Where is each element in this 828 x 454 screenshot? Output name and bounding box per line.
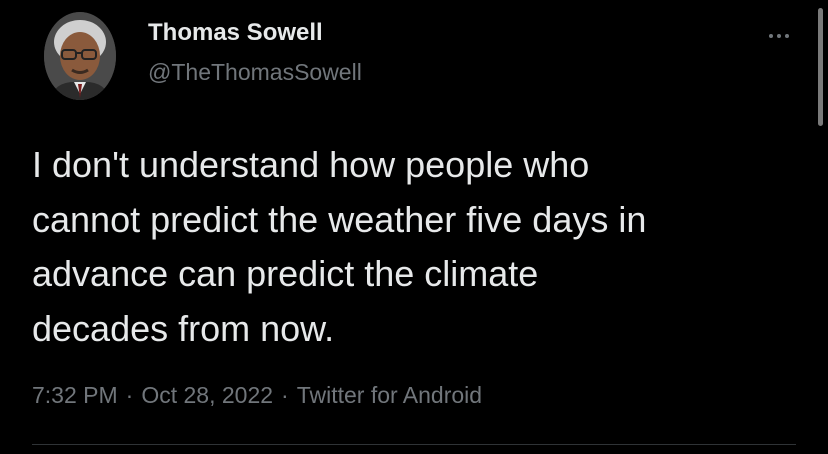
more-horizontal-icon xyxy=(777,34,781,38)
tweet-detail: Thomas Sowell @TheThomasSowell I don't u… xyxy=(0,0,828,454)
meta-separator: · xyxy=(125,382,134,408)
more-horizontal-icon xyxy=(769,34,773,38)
tweet-time[interactable]: 7:32 PM xyxy=(32,382,118,408)
tweet-text-line: cannot predict the weather five days in xyxy=(32,198,647,240)
more-horizontal-icon xyxy=(785,34,789,38)
tweet-source[interactable]: Twitter for Android xyxy=(297,382,482,408)
divider xyxy=(32,444,796,445)
avatar[interactable] xyxy=(44,12,116,100)
author-info: Thomas Sowell @TheThomasSowell xyxy=(148,18,362,86)
tweet-text-line: decades from now. xyxy=(32,307,335,349)
tweet-text-line: I don't understand how people who xyxy=(32,144,590,185)
display-name[interactable]: Thomas Sowell xyxy=(148,18,362,48)
tweet-date[interactable]: Oct 28, 2022 xyxy=(141,382,273,408)
username-handle[interactable]: @TheThomasSowell xyxy=(148,58,362,86)
tweet-metadata: 7:32 PM · Oct 28, 2022 · Twitter for Android xyxy=(32,380,482,410)
avatar-photo xyxy=(44,12,116,100)
more-options-button[interactable] xyxy=(764,24,794,48)
tweet-text: I don't understand how people who cannot… xyxy=(32,138,802,356)
meta-separator: · xyxy=(281,382,289,408)
scrollbar-thumb[interactable] xyxy=(818,8,823,126)
tweet-text-line: advance can predict the climate xyxy=(32,253,539,294)
